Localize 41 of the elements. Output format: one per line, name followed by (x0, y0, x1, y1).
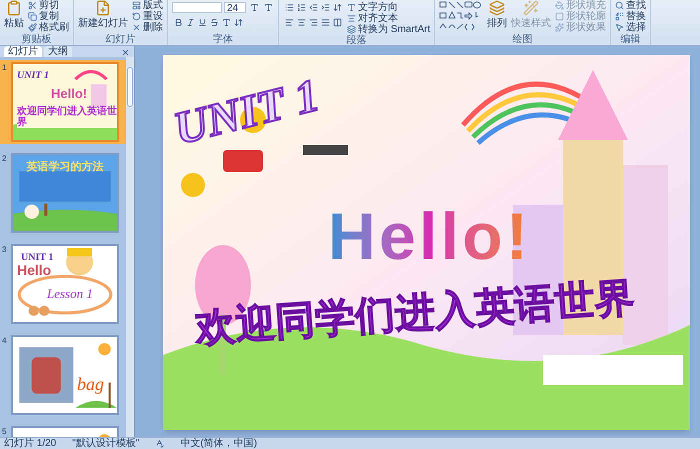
ribbon-button[interactable]: 选择 (615, 22, 646, 33)
group-label: 段落 (346, 35, 368, 46)
font-size-field[interactable]: 24 (224, 2, 246, 13)
group-label: 字体 (212, 34, 234, 45)
ribbon-button[interactable]: 复制 (28, 11, 69, 22)
ribbon-button[interactable]: 转换为 SmartArt (347, 24, 430, 35)
slide-number: 5 (2, 426, 8, 437)
unit-heading: UNIT 1 (17, 69, 49, 83)
unit-heading: UNIT 1 (168, 68, 325, 156)
group-label: 编辑 (620, 34, 642, 45)
panel-tab[interactable]: 幻灯片 (4, 46, 42, 57)
ribbon-button[interactable]: 版式 (132, 0, 163, 11)
group-label: 幻灯片 (104, 34, 136, 45)
slide-title: 英语学习的方法 (25, 160, 104, 175)
ribbon-button[interactable]: 重设 (132, 11, 163, 22)
large-ribbon-button[interactable]: 新建幻灯片 (78, 0, 128, 33)
vocab-word: bag (77, 373, 104, 396)
ribbon-button[interactable]: 对齐文本 (347, 13, 430, 24)
slide-number: 1 (2, 62, 8, 74)
slide-counter: 幻灯片 1/20 (4, 438, 56, 449)
slide-number: 2 (2, 153, 8, 165)
group-label: 绘图 (512, 34, 534, 45)
panel-tab[interactable]: 大纲 (44, 46, 72, 57)
slide-thumbnail[interactable]: UNIT 1 Hello Lesson 1 (11, 244, 119, 324)
large-ribbon-button[interactable]: 粘贴 (4, 0, 24, 33)
slide-title: 欢迎同学们进入英语世界 (17, 106, 117, 128)
slide-number: 3 (2, 244, 8, 256)
ribbon-button[interactable]: 替换 (615, 11, 646, 22)
group-label: 剪贴板 (20, 34, 52, 45)
language-label: 中文(简体，中国) (180, 438, 258, 449)
large-ribbon-button[interactable]: 排列 (487, 0, 508, 33)
lesson-title: Lesson 1 (47, 285, 93, 303)
slide-number: 4 (2, 335, 8, 347)
theme-name: "默认设计模板" (72, 438, 140, 449)
ribbon-button[interactable]: 删除 (132, 22, 163, 33)
slide-thumbnail[interactable]: UNIT 1 Hello! 欢迎同学们进入英语世界 (11, 62, 119, 142)
ribbon-button[interactable]: 格式刷 (28, 22, 69, 33)
ribbon-button[interactable]: 查找 (615, 0, 646, 11)
slide-canvas[interactable]: UNIT 1 Hello! 欢迎同学们进入英语世界 (163, 55, 690, 430)
ribbon-button[interactable]: 文字方向 (347, 2, 430, 13)
greeting-text: Hello! (51, 85, 88, 103)
